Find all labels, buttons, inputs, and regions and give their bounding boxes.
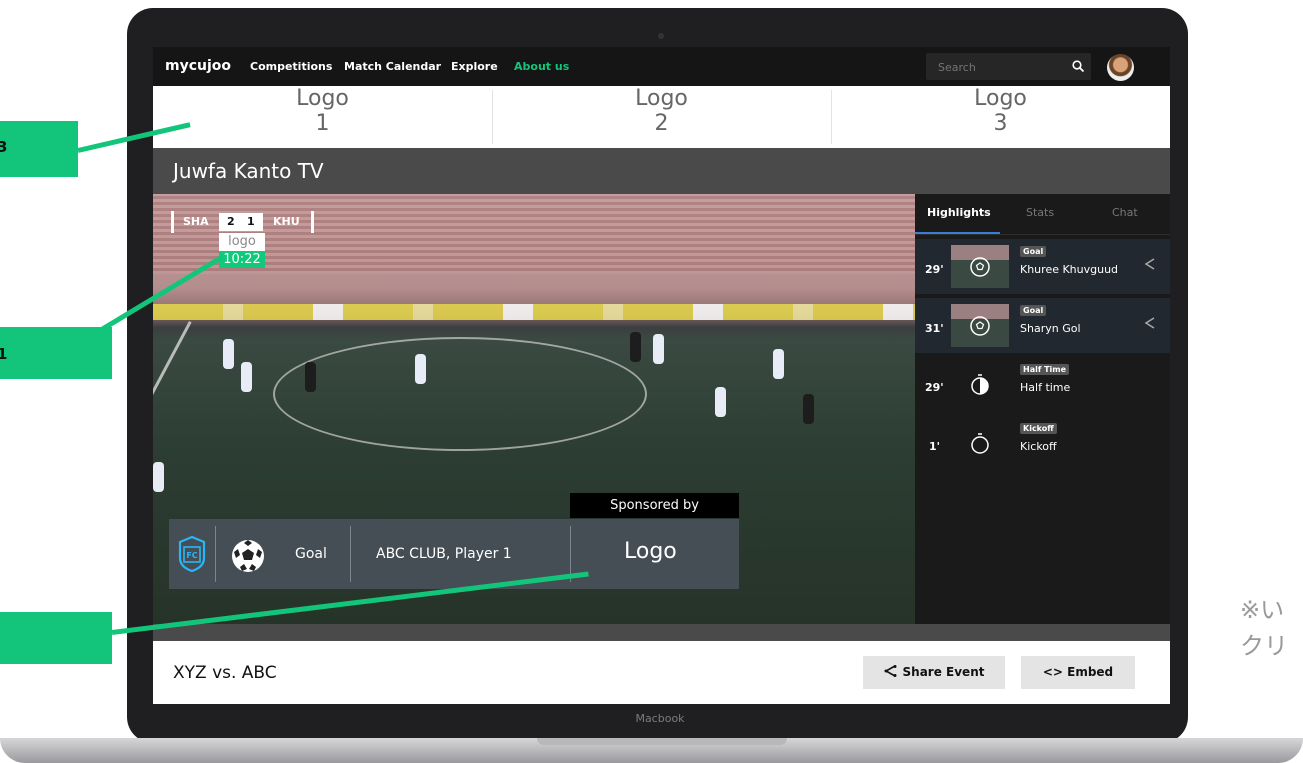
embed-label: <> Embed	[1042, 665, 1114, 679]
nav-explore[interactable]: Explore	[451, 60, 498, 73]
event-type: Goal	[295, 546, 327, 562]
stopwatch-icon	[971, 433, 989, 454]
soccer-ball-icon	[970, 316, 990, 336]
player-figure	[803, 394, 814, 424]
highlights-sidebar: Highlights Stats Chat 29' Goal Khuree Kh…	[915, 194, 1170, 624]
highlight-title: Sharyn Gol	[1020, 322, 1081, 335]
stopwatch-half-icon	[971, 374, 989, 395]
embed-button[interactable]: <> Embed	[1021, 656, 1135, 689]
divider	[215, 526, 216, 582]
sponsor-logo-2-number: 2	[654, 111, 669, 136]
nav-match-calendar[interactable]: Match Calendar	[344, 60, 441, 73]
home-score: 2	[227, 215, 235, 228]
event-sponsor-logo[interactable]: Logo	[624, 539, 677, 564]
event-player: ABC CLUB, Player 1	[376, 546, 512, 562]
share-icon[interactable]	[1143, 316, 1157, 330]
annotation-callout-2-number: 1	[0, 345, 8, 363]
search-icon[interactable]	[1072, 60, 1085, 73]
home-team-code: SHA	[183, 215, 209, 228]
sponsor-logo-2-label: Logo	[635, 86, 688, 111]
player-figure	[415, 354, 426, 384]
player-figure	[715, 387, 726, 417]
top-navigation: mycujoo Competitions Match Calendar Expl…	[153, 47, 1170, 86]
highlight-badge: Goal	[1020, 305, 1047, 316]
sponsor-logo-2[interactable]: Logo 2	[492, 86, 831, 148]
svg-text:FC: FC	[186, 551, 197, 560]
channel-name[interactable]: Juwfa Kanto TV	[173, 159, 324, 183]
event-title-bar: XYZ vs. ABC Share Event <> Embed	[153, 641, 1170, 704]
sponsor-logo-1-label: Logo	[296, 86, 349, 111]
user-avatar[interactable]	[1107, 54, 1134, 81]
annotation-callout-3	[0, 612, 112, 664]
channel-bar: Juwfa Kanto TV	[153, 148, 1170, 194]
highlight-title: Kickoff	[1020, 440, 1057, 453]
highlight-row[interactable]: 29' Half Time Half time	[915, 357, 1170, 412]
player-figure	[773, 349, 784, 379]
share-icon	[883, 665, 897, 677]
divider	[915, 234, 1170, 235]
player-figure	[241, 362, 252, 392]
share-icon[interactable]	[1143, 257, 1157, 271]
search-input[interactable]	[938, 59, 1058, 75]
player-footer-bar	[153, 624, 1170, 641]
center-circle	[273, 337, 647, 451]
highlight-badge: Goal	[1020, 246, 1047, 257]
soccer-ball-icon	[970, 257, 990, 277]
share-event-label: Share Event	[902, 665, 985, 679]
share-event-button[interactable]: Share Event	[863, 656, 1005, 689]
player-figure	[653, 334, 664, 364]
event-title: XYZ vs. ABC	[173, 663, 277, 683]
annotation-note: ※い クリ	[1240, 596, 1288, 660]
sponsor-strip: Logo 1 Logo 2 Logo 3	[153, 86, 1170, 148]
webcam	[658, 33, 664, 39]
highlight-minute: 29'	[925, 381, 944, 394]
match-clock: 10:22	[219, 251, 265, 268]
highlight-minute: 1'	[929, 440, 941, 453]
scoreboard-edge	[311, 211, 314, 233]
away-score: 1	[247, 215, 255, 228]
scoreboard-edge	[171, 211, 174, 233]
brand-logo[interactable]: mycujoo	[165, 58, 231, 74]
highlight-badge: Half Time	[1020, 364, 1070, 375]
highlight-row[interactable]: 31' Goal Sharyn Gol	[915, 298, 1170, 353]
nav-competitions[interactable]: Competitions	[250, 60, 332, 73]
tab-highlights[interactable]: Highlights	[927, 206, 991, 219]
sponsor-logo-3-label: Logo	[974, 86, 1027, 111]
highlight-row[interactable]: 29' Goal Khuree Khuvguud	[915, 239, 1170, 294]
highlight-badge: Kickoff	[1020, 423, 1057, 434]
soccer-ball-icon	[232, 540, 264, 572]
nav-about-us[interactable]: About us	[514, 60, 569, 73]
highlight-title: Khuree Khuvguud	[1020, 263, 1119, 276]
tab-chat[interactable]: Chat	[1112, 206, 1138, 219]
pitch-adboards	[153, 304, 915, 320]
sponsor-logo-3-number: 3	[993, 111, 1008, 136]
device-label: Macbook	[635, 712, 685, 725]
player-figure	[223, 339, 234, 369]
score-box	[219, 213, 263, 231]
player-figure	[630, 332, 641, 362]
annotation-callout-1	[0, 121, 78, 177]
player-figure	[153, 462, 164, 492]
away-team-code: KHU	[273, 215, 300, 228]
club-crest-icon: FC	[178, 536, 206, 572]
divider	[350, 526, 351, 582]
highlight-minute: 31'	[925, 322, 944, 335]
highlight-title: Half time	[1020, 381, 1071, 394]
scoreboard-logo: logo	[219, 233, 265, 251]
highlight-row[interactable]: 1' Kickoff Kickoff	[915, 416, 1170, 471]
tab-stats[interactable]: Stats	[1026, 206, 1054, 219]
event-banner: FC Goal ABC CLUB, Player 1 Logo	[169, 519, 739, 589]
video-player[interactable]: SHA 2 1 KHU logo 10:22 Sponsored by FC G…	[153, 194, 915, 624]
sponsor-logo-3[interactable]: Logo 3	[831, 86, 1170, 148]
highlight-minute: 29'	[925, 263, 944, 276]
annotation-callout-1-number: 3	[0, 138, 8, 156]
laptop-base-notch	[537, 738, 787, 745]
sponsor-logo-1-number: 1	[315, 111, 330, 136]
sponsor-logo-1[interactable]: Logo 1	[153, 86, 492, 148]
search-box[interactable]	[926, 53, 1091, 80]
stadium-stands	[153, 194, 915, 274]
player-figure	[305, 362, 316, 392]
sponsored-by-label: Sponsored by	[570, 493, 739, 518]
